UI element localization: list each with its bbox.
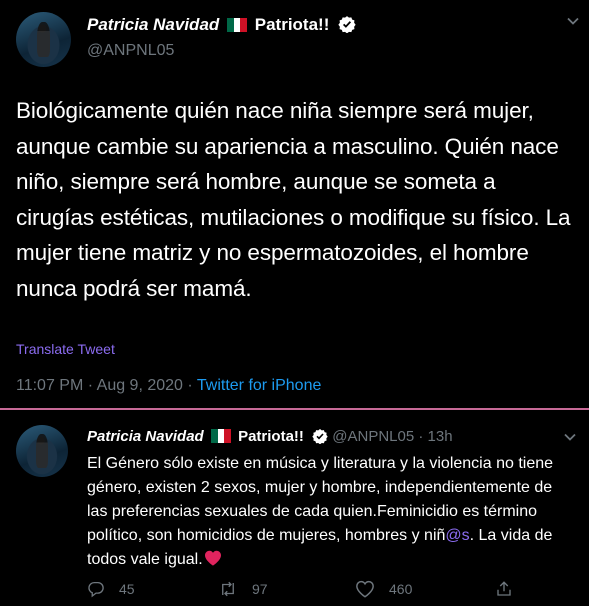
author-handle[interactable]: @ANPNL05: [87, 42, 174, 60]
reply-author-tag: Patriota!!: [238, 428, 304, 445]
red-heart-emoji: [204, 550, 221, 566]
like-count: 460: [389, 581, 413, 597]
like-button[interactable]: 460: [355, 580, 412, 598]
chevron-down-icon[interactable]: [566, 14, 580, 28]
share-icon: [497, 581, 511, 596]
meta-separator: ·: [87, 377, 94, 394]
reply-author-avatar[interactable]: [16, 425, 68, 477]
reply-author-name[interactable]: Patricia Navidad: [87, 428, 204, 445]
retweet-icon: [222, 581, 234, 597]
author-name[interactable]: Patricia Navidad: [87, 15, 219, 34]
author-avatar[interactable]: [16, 12, 71, 67]
reply-header[interactable]: Patricia Navidad Patriota!! @ANPNL05 · 1…: [87, 428, 453, 445]
reply-text: El Género sólo existe en música y litera…: [87, 452, 577, 572]
share-button[interactable]: [495, 580, 513, 598]
tweet-time[interactable]: 11:07 PM: [16, 377, 83, 394]
translate-tweet-link[interactable]: Translate Tweet: [16, 341, 115, 357]
retweet-count: 97: [252, 581, 268, 597]
tweet-text: Biológicamente quién nace niña siempre s…: [16, 98, 571, 301]
mexico-flag-icon: [210, 429, 231, 443]
author-name-line[interactable]: Patricia Navidad Patriota!!: [87, 15, 356, 35]
reply-author-handle[interactable]: @ANPNL05: [332, 428, 414, 445]
chevron-down-icon[interactable]: [563, 430, 577, 444]
tweet-meta: 11:07 PM · Aug 9, 2020 · Twitter for iPh…: [16, 377, 321, 395]
reply-age[interactable]: 13h: [428, 428, 453, 445]
retweet-button[interactable]: 97: [218, 580, 268, 598]
verified-badge-icon: [338, 16, 356, 33]
verified-badge-icon: [312, 429, 328, 444]
tweet-date[interactable]: Aug 9, 2020: [97, 377, 183, 394]
author-tag: Patriota!!: [254, 15, 330, 34]
reply-separator: ·: [418, 428, 424, 445]
tweet-divider: [0, 408, 589, 410]
tweet-source[interactable]: Twitter for iPhone: [197, 377, 322, 394]
meta-separator: ·: [187, 377, 193, 394]
like-icon: [356, 580, 374, 598]
reply-button[interactable]: 45: [87, 580, 135, 598]
mexico-flag-icon: [227, 18, 248, 32]
reply-count: 45: [119, 581, 135, 597]
reply-icon: [88, 581, 104, 598]
mention-link[interactable]: @s: [445, 527, 469, 544]
